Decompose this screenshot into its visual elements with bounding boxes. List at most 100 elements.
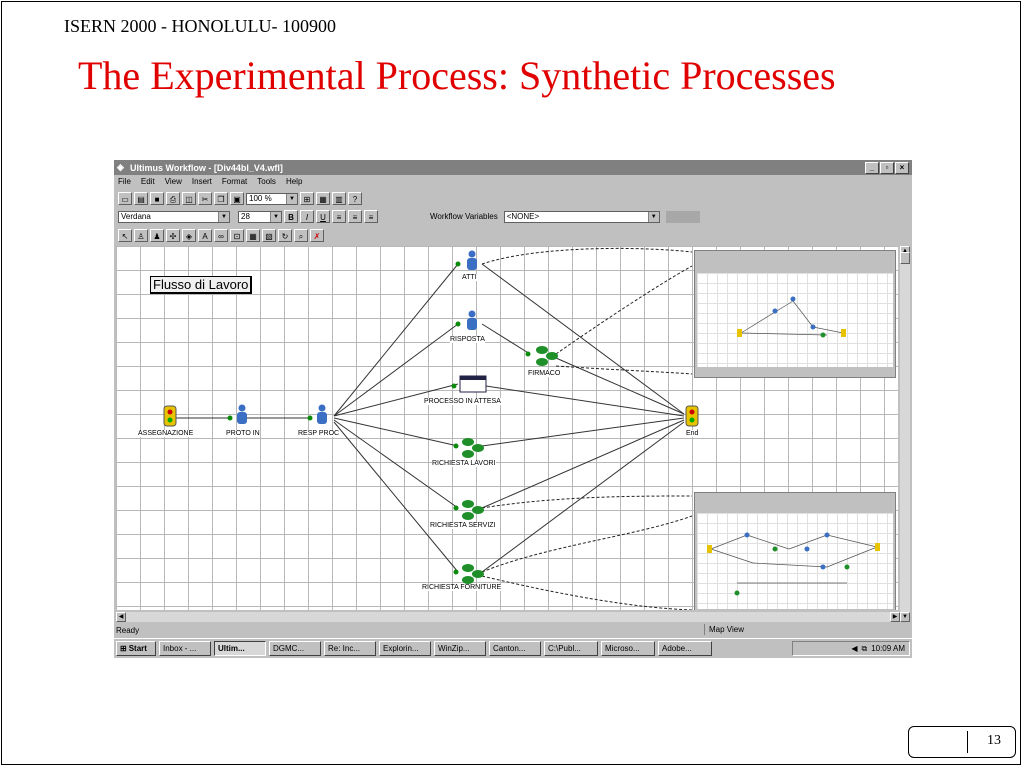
taskbar-item[interactable]: C:\Publ... — [544, 641, 598, 656]
cut-icon[interactable]: ✂ — [198, 192, 212, 205]
link-icon[interactable]: ∞ — [214, 229, 228, 242]
node-label-firmaco: FIRMACO — [528, 370, 561, 377]
network-icon[interactable]: ⧉ — [861, 644, 867, 654]
start-button[interactable]: ⊞ Start — [116, 641, 156, 656]
risposta-user-icon[interactable] — [455, 310, 478, 331]
start-node-icon[interactable] — [163, 405, 177, 427]
app-icon: ◈ — [117, 162, 124, 172]
font-size-select[interactable]: 28 ▼ — [238, 210, 282, 223]
group-step-icon[interactable]: ♟ — [150, 229, 164, 242]
help-icon[interactable]: ? — [348, 192, 362, 205]
taskbar-item[interactable]: Canton... — [489, 641, 541, 656]
menu-bar: File Edit View Insert Format Tools Help — [114, 175, 916, 187]
menu-insert[interactable]: Insert — [192, 177, 212, 186]
form-icon[interactable]: ▧ — [262, 229, 276, 242]
resp-proc-user-icon[interactable] — [307, 404, 328, 425]
grid-icon[interactable]: ▦ — [316, 192, 330, 205]
lock-icon[interactable]: ⊡ — [230, 229, 244, 242]
taskbar-item[interactable]: Re: Inc... — [324, 641, 376, 656]
variables-panel — [665, 210, 700, 223]
connector-line — [333, 421, 459, 573]
workflow-canvas[interactable]: Flusso di Lavoro ASSEGNAZIONE PROTO IN R… — [116, 246, 898, 610]
text-icon[interactable]: A — [198, 229, 212, 242]
workflow-variables-select[interactable]: <NONE> ▼ — [503, 210, 660, 223]
italic-button[interactable]: I — [300, 210, 314, 223]
menu-file[interactable]: File — [118, 177, 131, 186]
subprocess-thumbnail-canvas — [697, 513, 893, 609]
align-center-icon[interactable]: ≡ — [348, 210, 362, 223]
chevron-down-icon: ▼ — [286, 193, 297, 204]
minimize-button[interactable]: _ — [865, 162, 879, 174]
connector-line — [481, 263, 685, 415]
richiesta-forniture-group-icon[interactable] — [453, 564, 485, 584]
richiesta-servizi-group-icon[interactable] — [453, 500, 485, 520]
proto-in-user-icon[interactable] — [227, 404, 248, 425]
copy-icon[interactable]: ❐ — [214, 192, 228, 205]
scroll-down-icon[interactable]: ▼ — [900, 612, 910, 622]
end-node-icon[interactable] — [685, 405, 699, 427]
taskbar-item[interactable]: Adobe... — [658, 641, 712, 656]
menu-tools[interactable]: Tools — [257, 177, 276, 186]
taskbar-item[interactable]: Microso... — [601, 641, 655, 656]
taskbar-item[interactable]: Explorin... — [379, 641, 431, 656]
node-label-processo-in-attesa: PROCESSO IN ATTESA — [424, 398, 501, 405]
layout-icon[interactable]: ⊞ — [300, 192, 314, 205]
flow-step-icon[interactable]: ✣ — [166, 229, 180, 242]
font-select[interactable]: Verdana ▼ — [118, 210, 230, 223]
align-right-icon[interactable]: ≡ — [364, 210, 378, 223]
dashed-link-line — [481, 247, 693, 265]
preview-icon[interactable]: ◫ — [182, 192, 196, 205]
page-number-divider — [967, 731, 968, 753]
save-icon[interactable]: ■ — [150, 192, 164, 205]
maximize-button[interactable]: ▫ — [880, 162, 894, 174]
bold-button[interactable]: B — [284, 210, 298, 223]
new-icon[interactable]: ▭ — [118, 192, 132, 205]
node-label-end: End — [686, 430, 699, 437]
subprocess-thumbnail[interactable] — [694, 250, 896, 378]
print-icon[interactable]: ⎙ — [166, 192, 180, 205]
underline-button[interactable]: U — [316, 210, 330, 223]
scroll-right-icon[interactable]: ▶ — [890, 612, 900, 622]
dashed-link-line — [555, 365, 693, 375]
window-icon[interactable]: ▥ — [332, 192, 346, 205]
taskbar-item[interactable]: DGMC... — [269, 641, 321, 656]
taskbar-item[interactable]: Inbox - ... — [159, 641, 211, 656]
open-icon[interactable]: ▤ — [134, 192, 148, 205]
subprocess-thumbnail[interactable] — [694, 492, 896, 610]
connector-line — [481, 323, 531, 355]
refresh-icon[interactable]: ↻ — [278, 229, 292, 242]
firmaco-group-icon[interactable] — [525, 346, 559, 366]
menu-edit[interactable]: Edit — [141, 177, 155, 186]
clock[interactable]: 10:09 AM — [871, 644, 905, 653]
menu-format[interactable]: Format — [222, 177, 247, 186]
speaker-icon[interactable]: ◀ — [851, 644, 857, 653]
horizontal-scrollbar[interactable]: ◀ ▶ — [116, 612, 900, 622]
junction-icon[interactable]: ◈ — [182, 229, 196, 242]
zoom-value: 100 % — [249, 194, 272, 203]
close-button[interactable]: × — [895, 162, 909, 174]
flusso-banner[interactable]: Flusso di Lavoro — [150, 276, 253, 294]
ultimus-window: ◈ Ultimus Workflow - [Div44bl_V4.wfl] _ … — [114, 160, 912, 658]
menu-view[interactable]: View — [165, 177, 182, 186]
delete-icon[interactable]: ✗ — [310, 229, 324, 242]
align-left-icon[interactable]: ≡ — [332, 210, 346, 223]
vertical-scrollbar[interactable]: ▲ ▼ — [900, 246, 910, 622]
scroll-thumb[interactable] — [900, 252, 910, 264]
user-step-icon[interactable]: ♙ — [134, 229, 148, 242]
search-icon[interactable]: ⌕ — [294, 229, 308, 242]
page-number-box: 13 — [908, 726, 1016, 758]
taskbar-item[interactable]: WinZip... — [434, 641, 486, 656]
pointer-icon[interactable]: ↖ — [118, 229, 132, 242]
menu-help[interactable]: Help — [286, 177, 302, 186]
scroll-left-icon[interactable]: ◀ — [116, 612, 126, 622]
connector-line — [333, 417, 459, 447]
paste-icon[interactable]: ▣ — [230, 192, 244, 205]
format-toolbar: Verdana ▼ 28 ▼ B I U ≡ ≡ ≡ Workflow Vari… — [114, 208, 912, 225]
atti-user-icon[interactable] — [455, 250, 478, 271]
window-titlebar[interactable]: ◈ Ultimus Workflow - [Div44bl_V4.wfl] _ … — [114, 160, 912, 175]
taskbar-item[interactable]: Ultim... — [214, 641, 266, 656]
subprocess-mini-diagram — [737, 296, 846, 338]
zoom-select[interactable]: 100 % ▼ — [246, 192, 298, 205]
richiesta-lavori-group-icon[interactable] — [453, 438, 485, 458]
table-icon[interactable]: ▦ — [246, 229, 260, 242]
